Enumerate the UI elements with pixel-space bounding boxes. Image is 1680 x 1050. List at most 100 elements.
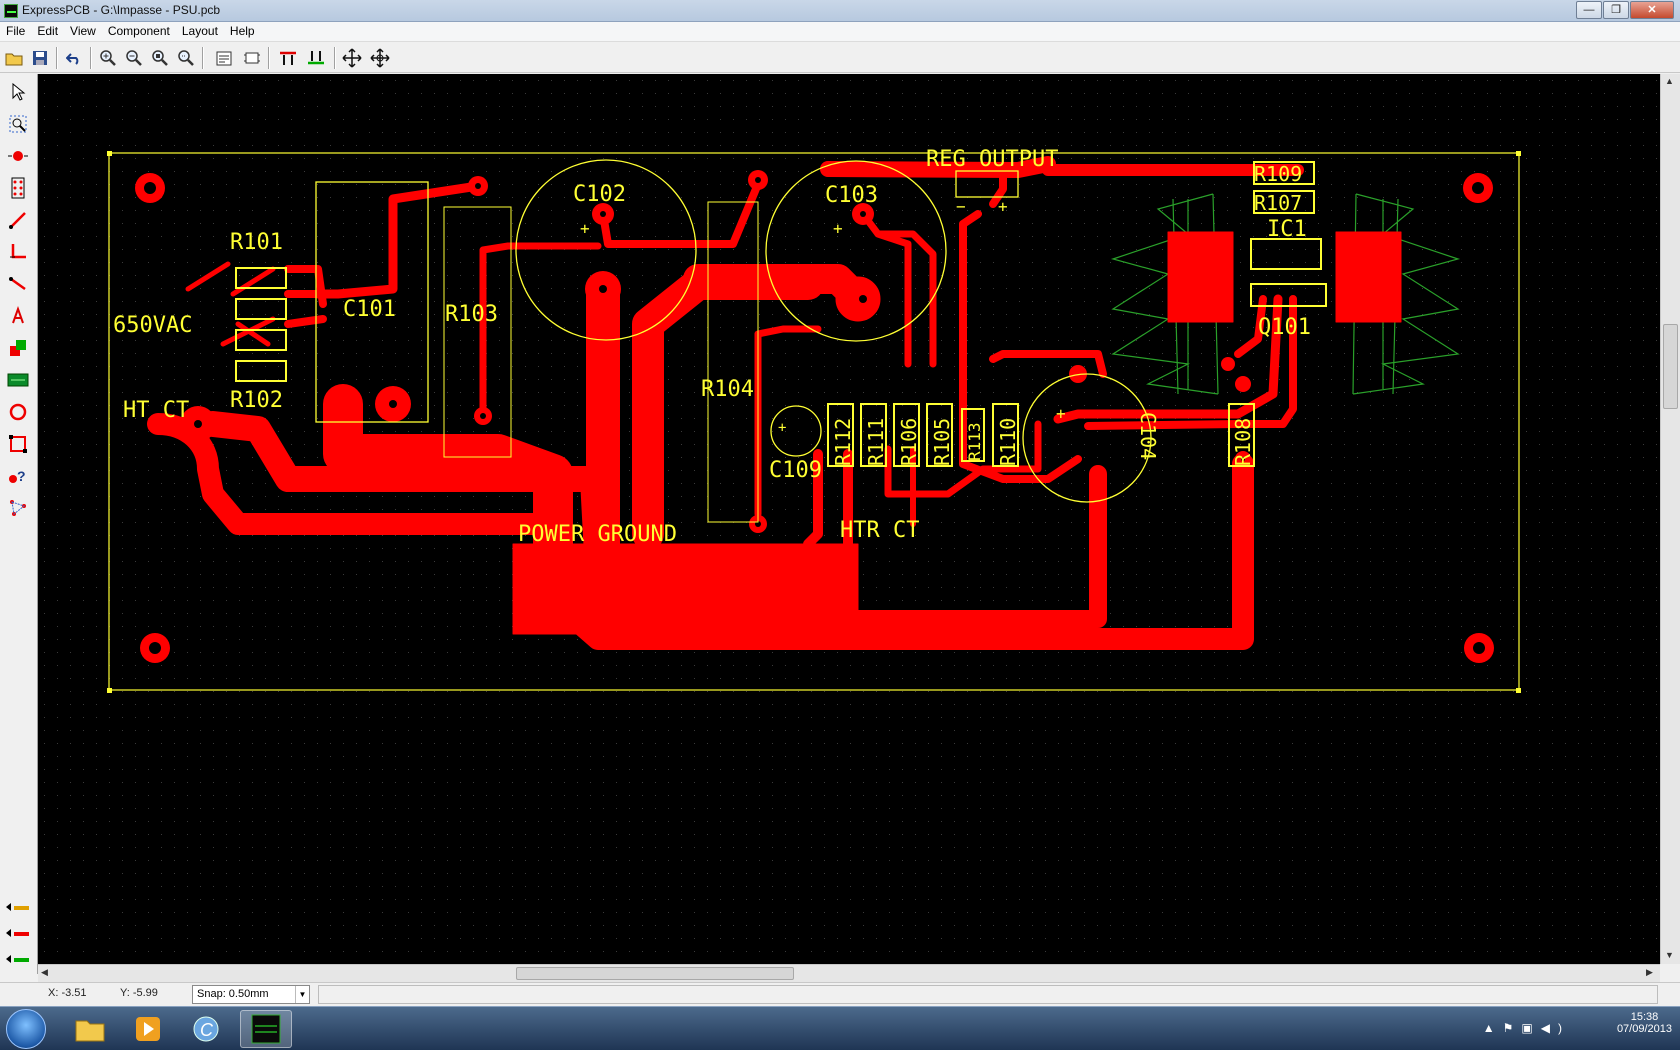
- horizontal-scroll-thumb[interactable]: [516, 967, 794, 980]
- zoom-fit-icon[interactable]: [148, 46, 172, 70]
- ratsnest-tool-icon[interactable]: [4, 494, 32, 522]
- move-icon[interactable]: [340, 46, 364, 70]
- tray-icons[interactable]: ▲⚑▣◀): [1483, 1021, 1570, 1035]
- status-bar: X: -3.51 Y: -5.99 Snap: 0.50mm ▼: [0, 982, 1680, 1006]
- save-icon[interactable]: [28, 46, 52, 70]
- label-c104-plus: +: [1056, 404, 1066, 423]
- label-r111: R111: [864, 418, 888, 466]
- text-tool-icon[interactable]: [4, 302, 32, 330]
- title-bar[interactable]: ExpressPCB - G:\Impasse - PSU.pcb — ❐ ✕: [0, 0, 1680, 22]
- menu-component[interactable]: Component: [102, 22, 176, 41]
- show-hidden-icon[interactable]: ▲: [1483, 1021, 1503, 1035]
- corner-tool-icon[interactable]: [4, 238, 32, 266]
- label-r103: R103: [445, 302, 498, 327]
- menu-layout[interactable]: Layout: [176, 22, 224, 41]
- minimize-button[interactable]: —: [1576, 1, 1602, 19]
- pcb-canvas[interactable]: R101 R102 650VAC HT CT C101 R103 C102 C1…: [38, 74, 1660, 964]
- label-c103: C103: [825, 183, 878, 208]
- label-r108: R108: [1231, 418, 1255, 466]
- network-icon[interactable]: ▣: [1521, 1021, 1540, 1035]
- help-tool-icon[interactable]: ?: [4, 462, 32, 490]
- rectangle-tool-icon[interactable]: [4, 430, 32, 458]
- zoom-out-icon[interactable]: [122, 46, 146, 70]
- menu-help[interactable]: Help: [224, 22, 261, 41]
- label-c104: C104: [1136, 412, 1160, 460]
- label-c109: C109: [769, 458, 822, 483]
- label-c102: C102: [573, 182, 626, 207]
- snap-select[interactable]: Snap: 0.50mm ▼: [192, 985, 310, 1004]
- volume-icon[interactable]: ◀): [1541, 1021, 1570, 1035]
- undo-icon[interactable]: [62, 46, 86, 70]
- flag-icon[interactable]: ⚑: [1503, 1021, 1522, 1035]
- chevron-down-icon: ▼: [295, 986, 309, 1003]
- close-button[interactable]: ✕: [1630, 1, 1674, 19]
- label-r105: R105: [930, 418, 954, 466]
- circle-tool-icon[interactable]: [4, 398, 32, 426]
- label-r106: R106: [897, 418, 921, 466]
- pointer-tool-icon[interactable]: [4, 78, 32, 106]
- layer-top-toggle-icon[interactable]: [4, 896, 32, 918]
- layer-silk-toggle-icon[interactable]: [4, 948, 32, 970]
- component-icon[interactable]: [240, 46, 264, 70]
- svg-text:?: ?: [17, 468, 26, 484]
- pcb-drawing: R101 R102 650VAC HT CT C101 R103 C102 C1…: [38, 74, 1660, 964]
- cursor-x: X: -3.51: [48, 987, 87, 999]
- label-r104: R104: [701, 377, 754, 402]
- label-reg-output: REG OUTPUT: [926, 147, 1058, 172]
- label-ht-ct: HT CT: [123, 398, 189, 423]
- layer-bottom-toggle-icon[interactable]: [4, 922, 32, 944]
- component-tool-icon[interactable]: [4, 174, 32, 202]
- menu-file[interactable]: File: [0, 22, 31, 41]
- scroll-up-icon[interactable]: ▲: [1665, 76, 1674, 86]
- window-title: ExpressPCB - G:\Impasse - PSU.pcb: [22, 3, 221, 17]
- media-player-taskbar-icon[interactable]: [122, 1010, 174, 1048]
- expresspcb-app-icon: [4, 4, 18, 18]
- label-r113: R113: [965, 422, 984, 461]
- label-q101: Q101: [1258, 315, 1311, 340]
- label-ic1: IC1: [1267, 217, 1307, 242]
- clock-time: 15:38: [1630, 1011, 1659, 1023]
- svg-text:C: C: [200, 1020, 214, 1040]
- zoom-in-icon[interactable]: [96, 46, 120, 70]
- menu-edit[interactable]: Edit: [31, 22, 64, 41]
- tool-palette: ?: [0, 74, 38, 974]
- app-taskbar-icon[interactable]: C: [180, 1010, 232, 1048]
- label-reg-minus: −: [956, 197, 966, 216]
- horizontal-scrollbar[interactable]: ◀ ▶: [38, 964, 1660, 982]
- label-c109-plus: +: [778, 420, 786, 436]
- trace-tool-icon[interactable]: [4, 206, 32, 234]
- vertical-scroll-thumb[interactable]: [1663, 324, 1678, 409]
- layer-tool-icon[interactable]: [4, 334, 32, 362]
- explorer-taskbar-icon[interactable]: [64, 1010, 116, 1048]
- top-layer-icon[interactable]: [276, 46, 300, 70]
- clock-date: 07/09/2013: [1616, 1023, 1672, 1035]
- label-r101: R101: [230, 230, 283, 255]
- label-r109: R109: [1254, 162, 1302, 186]
- zoom-window-icon[interactable]: [174, 46, 198, 70]
- label-c101: C101: [343, 297, 396, 322]
- label-c103-plus: +: [833, 219, 843, 238]
- properties-icon[interactable]: [212, 46, 236, 70]
- rotate-icon[interactable]: [368, 46, 392, 70]
- label-reg-plus: +: [998, 197, 1008, 216]
- maximize-button[interactable]: ❐: [1603, 1, 1629, 19]
- start-button[interactable]: [6, 1009, 46, 1049]
- scroll-right-icon[interactable]: ▶: [1646, 967, 1653, 978]
- menu-view[interactable]: View: [64, 22, 102, 41]
- scroll-left-icon[interactable]: ◀: [41, 967, 48, 978]
- zoom-select-tool-icon[interactable]: [4, 110, 32, 138]
- label-r102: R102: [230, 388, 283, 413]
- label-power-ground: POWER GROUND: [518, 522, 677, 547]
- expresspcb-taskbar-icon[interactable]: [240, 1010, 292, 1048]
- status-panel: [318, 985, 1658, 1004]
- open-icon[interactable]: [2, 46, 26, 70]
- scroll-down-icon[interactable]: ▼: [1665, 950, 1674, 960]
- vertical-scrollbar[interactable]: ▲ ▼: [1660, 74, 1680, 964]
- snap-value: Snap: 0.50mm: [197, 988, 269, 1000]
- clock[interactable]: 15:38 07/09/2013: [1617, 1011, 1672, 1035]
- label-c102-plus: +: [580, 219, 590, 238]
- silkscreen-tool-icon[interactable]: [4, 366, 32, 394]
- line-tool-icon[interactable]: [4, 270, 32, 298]
- bottom-layer-icon[interactable]: [304, 46, 328, 70]
- pad-tool-icon[interactable]: [4, 142, 32, 170]
